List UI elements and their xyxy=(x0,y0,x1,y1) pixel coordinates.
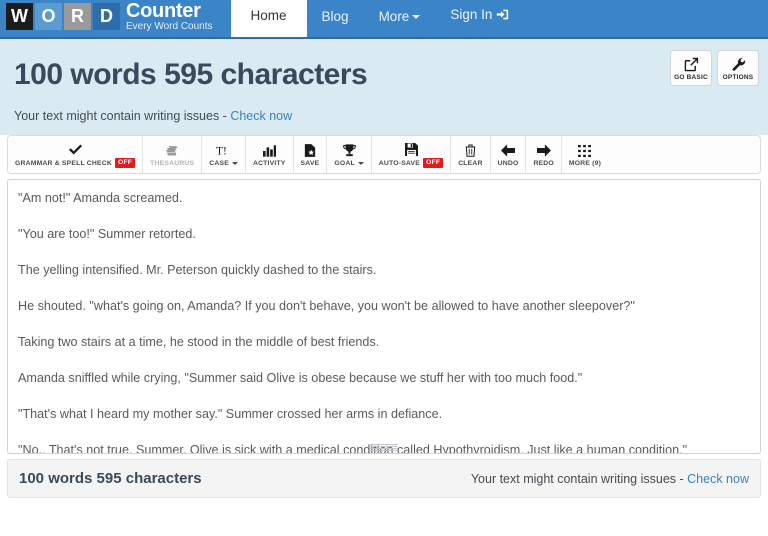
external-link-icon xyxy=(684,57,699,72)
arrow-left-icon xyxy=(501,144,516,158)
editor-paragraph: The yelling intensified. Mr. Peterson qu… xyxy=(18,263,377,277)
clear-label: CLEAR xyxy=(458,159,483,167)
options-button[interactable]: OPTIONS xyxy=(717,50,759,86)
resize-grip-line xyxy=(370,446,398,447)
editor-paragraph: "That's what I heard my mother say." Sum… xyxy=(18,407,443,421)
activity-button[interactable]: ACTIVITY xyxy=(245,136,294,173)
chevron-down-icon xyxy=(231,161,238,165)
goal-label-text: GOAL xyxy=(334,159,355,167)
auto-save-button[interactable]: AUTO-SAVE OFF xyxy=(371,136,452,173)
trophy-icon xyxy=(342,144,356,158)
logo-letter-boxes: W O R D xyxy=(6,2,120,30)
resize-grip-line xyxy=(370,448,398,449)
logo-letter-r: R xyxy=(64,2,91,30)
check-now-link[interactable]: Check now xyxy=(230,109,292,123)
bar-chart-icon xyxy=(262,144,276,158)
go-basic-label: GO BASIC xyxy=(674,74,708,81)
editor-container: "Am not!" Amanda screamed. "You are too!… xyxy=(0,174,768,454)
auto-save-off-badge: OFF xyxy=(423,158,444,168)
wrench-icon xyxy=(731,57,746,72)
writing-issues-notice: Your text might contain writing issues -… xyxy=(14,109,758,123)
sign-in-icon xyxy=(496,8,509,26)
save-document-icon xyxy=(304,144,316,158)
editor-paragraph: Taking two stairs at a time, he stood in… xyxy=(18,335,380,349)
text-case-icon: T! xyxy=(216,144,232,158)
nav-item-sign-in-label: Sign In xyxy=(450,7,493,22)
save-label: SAVE xyxy=(300,159,320,167)
arrow-right-icon xyxy=(536,144,551,158)
grid-icon xyxy=(578,144,592,158)
footer-word-count: 100 words 595 characters xyxy=(19,470,202,487)
footer-issues-text: Your text might contain writing issues - xyxy=(470,471,688,486)
activity-label: ACTIVITY xyxy=(252,159,286,167)
nav-item-blog[interactable]: Blog xyxy=(307,0,364,37)
logo-letter-o: O xyxy=(35,2,62,30)
logo-letter-w: W xyxy=(6,2,33,30)
check-icon xyxy=(68,142,82,156)
footer-writing-issues-notice: Your text might contain writing issues -… xyxy=(471,472,749,486)
auto-save-label-text: AUTO-SAVE xyxy=(378,159,420,167)
more-button[interactable]: MORE (9) xyxy=(561,136,609,173)
case-button[interactable]: T! CASE xyxy=(202,136,246,173)
trash-icon xyxy=(465,144,476,158)
auto-save-label: AUTO-SAVE OFF xyxy=(378,158,444,168)
redo-button[interactable]: REDO xyxy=(526,136,562,173)
options-label: OPTIONS xyxy=(722,74,754,81)
banner-actions: GO BASIC OPTIONS xyxy=(670,50,759,86)
editor-toolbar: GRAMMAR & SPELL CHECK OFF THESAURUS T! CA… xyxy=(7,135,761,174)
logo-letter-d: D xyxy=(93,2,120,30)
grammar-off-badge: OFF xyxy=(114,158,136,168)
brand-tagline: Every Word Counts xyxy=(126,20,213,32)
editor-paragraph: Amanda sniffled while crying, "Summer sa… xyxy=(18,371,583,385)
goal-button[interactable]: GOAL xyxy=(327,136,372,173)
undo-label: UNDO xyxy=(497,159,519,167)
nav-item-home[interactable]: Home xyxy=(230,0,307,37)
redo-label: REDO xyxy=(533,159,554,167)
editor-paragraph: He shouted. "what's going on, Amanda? If… xyxy=(18,299,635,313)
undo-button[interactable]: UNDO xyxy=(490,136,527,173)
footer-container: 100 words 595 characters Your text might… xyxy=(0,454,768,498)
resize-grip-line xyxy=(370,450,398,451)
chevron-down-icon xyxy=(412,15,421,20)
go-basic-button[interactable]: GO BASIC xyxy=(670,50,712,86)
page-title: 100 words 595 characters xyxy=(14,58,368,91)
nav-item-more[interactable]: More xyxy=(364,0,436,37)
more-label: MORE (9) xyxy=(568,159,602,167)
editor-resize-handle[interactable] xyxy=(370,444,398,451)
footer-check-now-link[interactable]: Check now xyxy=(687,472,749,486)
summary-banner: 100 words 595 characters Your text might… xyxy=(0,39,768,135)
text-editor-area[interactable]: "Am not!" Amanda screamed. "You are too!… xyxy=(7,179,761,454)
site-logo[interactable]: W O R D Counter Every Word Counts xyxy=(0,0,213,37)
top-navbar: W O R D Counter Every Word Counts Home B… xyxy=(0,0,768,39)
svg-text:T!: T! xyxy=(216,146,227,158)
nav-item-more-label: More xyxy=(378,9,410,24)
resize-grip-line xyxy=(370,444,398,445)
save-button[interactable]: SAVE xyxy=(293,136,328,173)
nav-item-sign-in[interactable]: Sign In xyxy=(435,0,524,37)
goal-label: GOAL xyxy=(334,159,364,167)
thesaurus-button[interactable]: THESAURUS xyxy=(143,136,203,173)
editor-paragraph: "You are too!" Summer retorted. xyxy=(18,227,196,241)
grammar-label-text: GRAMMAR & SPELL CHECK xyxy=(15,159,112,167)
nav-items: Home Blog More Sign In xyxy=(230,0,525,37)
toolbar-container: GRAMMAR & SPELL CHECK OFF THESAURUS T! CA… xyxy=(0,135,768,174)
footer-status-bar: 100 words 595 characters Your text might… xyxy=(7,459,761,498)
grammar-spell-check-label: GRAMMAR & SPELL CHECK OFF xyxy=(15,158,136,168)
editor-paragraph: "Am not!" Amanda screamed. xyxy=(18,191,183,205)
brand-text: Counter Every Word Counts xyxy=(126,1,213,32)
grammar-spell-check-button[interactable]: GRAMMAR & SPELL CHECK OFF xyxy=(8,136,144,173)
thesaurus-label: THESAURUS xyxy=(150,159,195,167)
case-label: CASE xyxy=(209,160,238,167)
case-label-text: CASE xyxy=(209,159,229,167)
book-icon xyxy=(165,144,179,158)
clear-button[interactable]: CLEAR xyxy=(451,136,491,173)
chevron-down-icon xyxy=(357,161,364,165)
brand-title: Counter xyxy=(126,0,201,22)
floppy-disk-icon xyxy=(404,142,418,156)
writing-issues-text: Your text might contain writing issues - xyxy=(14,109,231,123)
